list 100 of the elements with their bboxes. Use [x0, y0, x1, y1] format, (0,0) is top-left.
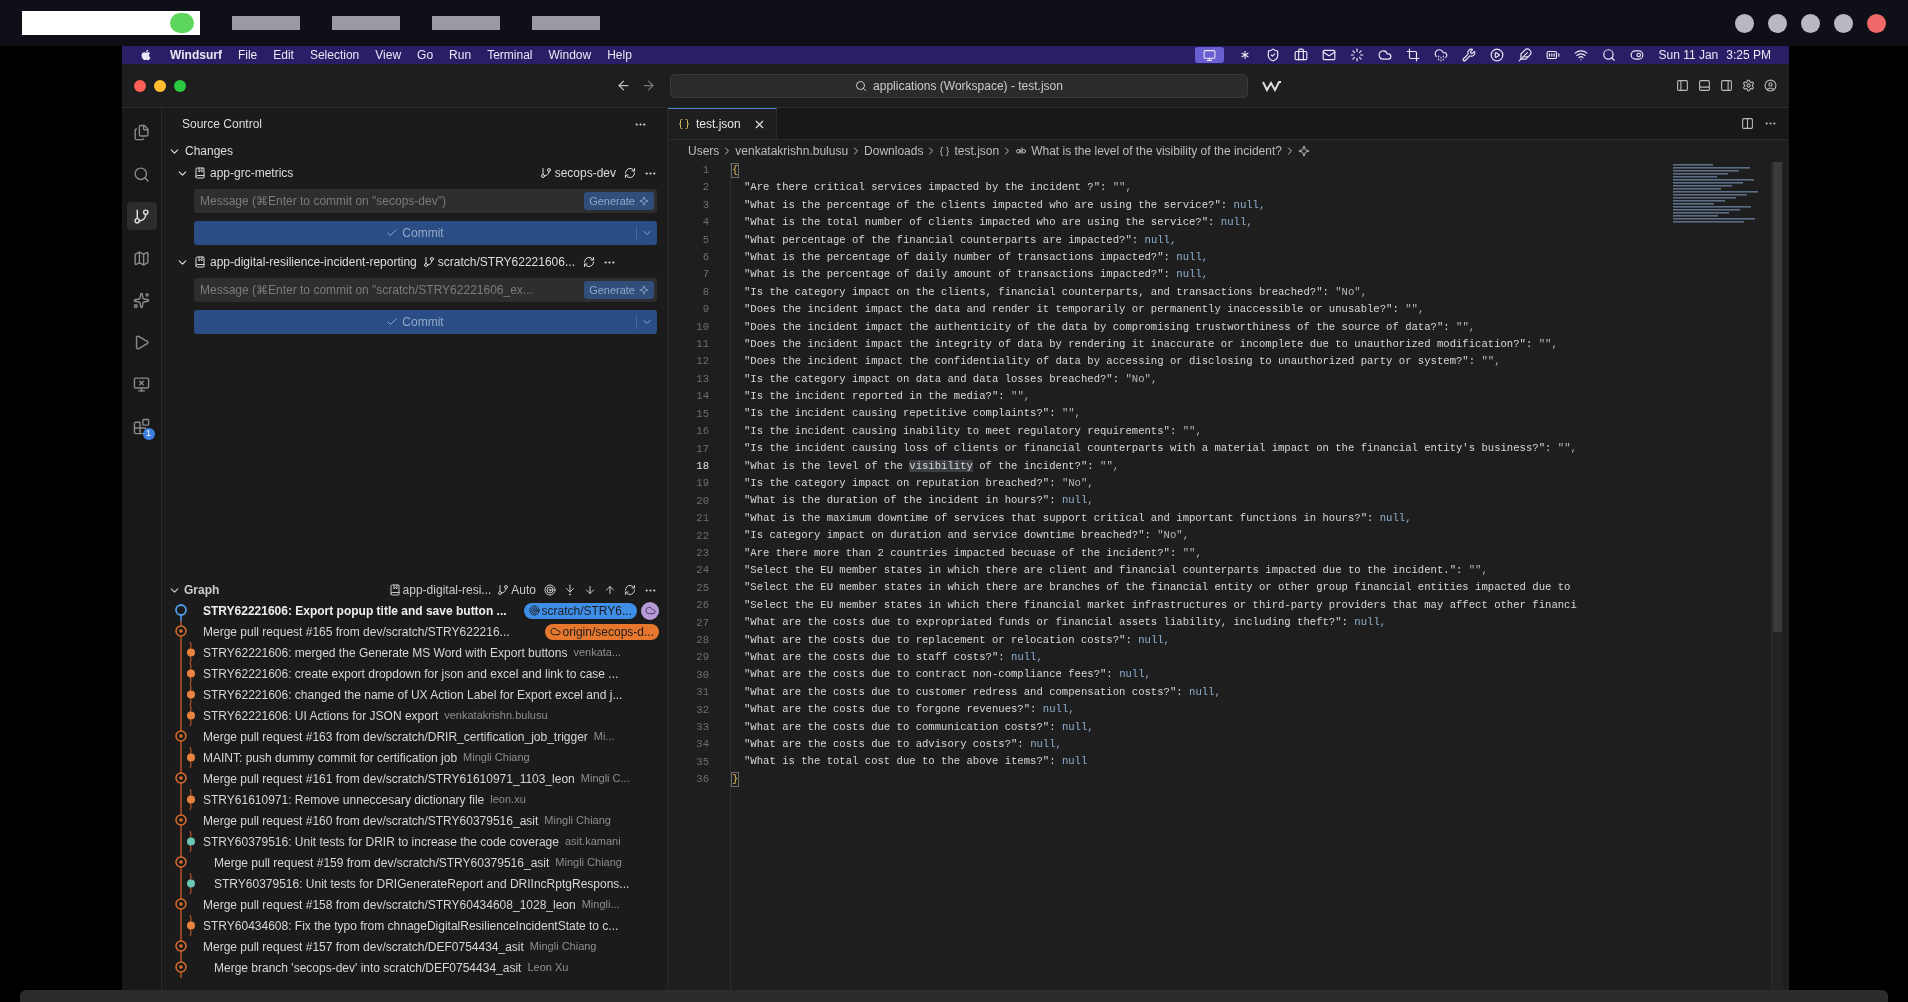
close-light[interactable]	[134, 79, 146, 92]
commit-author: Mingli C...	[580, 771, 630, 787]
push-icon[interactable]	[604, 584, 616, 596]
commit-message[interactable]: Merge pull request #159 from dev/scratch/STRY60379516_asit	[202, 853, 550, 872]
branch-name[interactable]: scratch/STRY62221606...	[437, 253, 575, 271]
commit-message[interactable]: Merge pull request #163 from dev/scratch/DRIR_certification_job_trigger	[202, 727, 588, 746]
string-icon	[1015, 145, 1028, 157]
menu-date[interactable]: Sun 11 Jan	[1658, 46, 1719, 64]
commit-message[interactable]: STRY61610971: Remove unneccesary dictionary file	[202, 790, 485, 809]
sync-icon[interactable]	[624, 167, 636, 179]
menu-item[interactable]: Run	[449, 46, 472, 64]
menu-time[interactable]: 3:25 PM	[1726, 46, 1771, 64]
menu-item[interactable]: Help	[607, 46, 632, 64]
play-icon[interactable]	[1490, 48, 1505, 62]
blocks-icon	[133, 417, 150, 435]
activity-item[interactable]	[126, 202, 157, 230]
commit-message[interactable]: STRY62221606: UI Actions for JSON export	[202, 706, 439, 725]
panel-left-icon[interactable]	[1676, 79, 1689, 92]
breadcrumb-item[interactable]: What is the level of the visibility of the incident?	[1031, 142, 1282, 160]
line-number: 16	[696, 424, 709, 440]
json-value: "No",	[1125, 371, 1158, 387]
line-number: 28	[696, 632, 709, 648]
commit-message[interactable]: Merge pull request #160 from dev/scratch/STRY60379516_asit	[202, 811, 539, 830]
commit-message[interactable]: STRY60434608: Fix the typo from chnageDigitalResilienceIncidentState to c...	[202, 916, 619, 935]
minimize-light[interactable]	[154, 79, 166, 92]
repo-name[interactable]: app-grc-metrics	[210, 164, 294, 182]
graph-mode[interactable]: Auto	[511, 581, 536, 599]
menu-item[interactable]: Edit	[273, 46, 294, 64]
feather-icon[interactable]	[1518, 48, 1533, 62]
commit-message[interactable]: Merge pull request #165 from dev/scratch/STRY622216...	[202, 622, 510, 641]
menu-item[interactable]: Go	[417, 46, 434, 64]
branch-badge[interactable]: scratch/STRY6...	[523, 602, 637, 619]
zoom-light[interactable]	[174, 79, 186, 92]
commit-message[interactable]: STRY62221606: Export popup title and save button ...	[202, 601, 507, 620]
branch-name[interactable]: secops-dev	[554, 164, 616, 182]
breadcrumb-item[interactable]: venkatakrishn.bulusu	[735, 142, 849, 160]
screen-icon[interactable]	[1195, 47, 1225, 63]
breadcrumb-item[interactable]: Downloads	[864, 142, 924, 160]
wave-logo-icon[interactable]	[1262, 79, 1282, 92]
files-icon	[133, 123, 150, 141]
commit-message[interactable]: STRY62221606: create export dropdown for json and excel and link to case ...	[202, 664, 619, 683]
wrench-icon[interactable]	[1462, 48, 1477, 62]
menu-item[interactable]: View	[375, 46, 402, 64]
activity-item[interactable]: 1	[126, 412, 157, 440]
menu-item[interactable]: Selection	[309, 46, 360, 64]
commit-message[interactable]: STRY60379516: Unit tests for DRIGenerateReport and DRIIncRptgRespons...	[202, 874, 630, 893]
menu-item[interactable]: Window	[548, 46, 592, 64]
fetch-icon[interactable]	[564, 584, 576, 596]
settings-icon[interactable]	[1742, 79, 1755, 92]
pull-icon[interactable]	[584, 584, 596, 596]
commit-message[interactable]: Merge pull request #158 from dev/scratch/STRY60434608_1028_leon	[202, 895, 576, 914]
json-key: "Is the incident reported in the media?":	[744, 388, 1005, 406]
line-number: 18	[696, 458, 709, 474]
cloud-icon[interactable]	[1378, 48, 1393, 62]
forward-icon[interactable]	[641, 78, 656, 93]
graph-title[interactable]: Graph	[184, 581, 220, 599]
sparkle-icon[interactable]	[1297, 145, 1310, 157]
refresh-icon[interactable]	[624, 584, 636, 596]
breadcrumb-item[interactable]: test.json	[954, 142, 1000, 160]
breadcrumb-item[interactable]: Users	[688, 142, 720, 160]
commit-message[interactable]: STRY62221606: changed the name of UX Action Label for Export excel and j...	[202, 685, 623, 704]
app-name[interactable]: Windsurf	[170, 46, 222, 64]
mail-icon[interactable]	[1322, 48, 1337, 62]
scrollbar[interactable]	[1771, 162, 1783, 990]
commit-message[interactable]: MAINT: push dummy commit for certification job	[202, 748, 458, 767]
cloud-badge[interactable]	[641, 601, 659, 620]
commit-message[interactable]: Merge branch 'secops-dev' into scratch/DEF0754434_asit	[202, 958, 522, 977]
toggle-icon[interactable]	[1630, 48, 1645, 62]
repo-name[interactable]: app-digital-resilience-incident-reporting	[210, 253, 417, 271]
commit-message[interactable]: Merge pull request #161 from dev/scratch/STRY61610971_1103_leon	[202, 769, 575, 788]
sync-icon[interactable]	[583, 256, 595, 268]
cloud-icon[interactable]	[1434, 48, 1449, 62]
spinner-icon[interactable]	[1350, 48, 1365, 62]
battery-icon[interactable]	[1546, 48, 1561, 62]
commit-button[interactable]: Commit	[194, 310, 657, 334]
commit-message[interactable]: Merge pull request #157 from dev/scratch/DEF0754434_asit	[202, 937, 524, 956]
json-value: "",	[1481, 354, 1501, 370]
shield-icon[interactable]	[1266, 48, 1281, 62]
split-editor-icon[interactable]	[1741, 117, 1754, 130]
apple-icon[interactable]	[140, 49, 152, 61]
account-icon[interactable]	[1764, 79, 1777, 92]
menu-item[interactable]: File	[237, 46, 258, 64]
editor-tab[interactable]: test.json	[668, 108, 777, 139]
command-search-field[interactable]: applications (Workspace) - test.json	[670, 73, 1248, 98]
panel-bottom-icon[interactable]	[1698, 79, 1711, 92]
search-icon[interactable]	[1602, 48, 1617, 62]
commit-message[interactable]: STRY62221606: merged the Generate MS Word with Export buttons	[202, 643, 568, 662]
commit-message[interactable]: STRY60379516: Unit tests for DRIR to increase the code coverage	[202, 832, 559, 851]
back-icon[interactable]	[616, 78, 631, 93]
menu-item[interactable]: Terminal	[487, 46, 533, 64]
line-number: 12	[696, 354, 709, 370]
section-title[interactable]: Changes	[185, 142, 234, 160]
panel-right-icon[interactable]	[1720, 79, 1733, 92]
target-icon[interactable]	[544, 584, 556, 596]
wifi-icon[interactable]	[1574, 48, 1589, 62]
graph-repo[interactable]: app-digital-resi...	[402, 581, 492, 599]
briefcase-icon[interactable]	[1294, 48, 1309, 62]
crop-icon[interactable]	[1406, 48, 1421, 62]
commit-button[interactable]: Commit	[194, 221, 657, 245]
branch-badge[interactable]: origin/secops-d...	[544, 623, 659, 640]
